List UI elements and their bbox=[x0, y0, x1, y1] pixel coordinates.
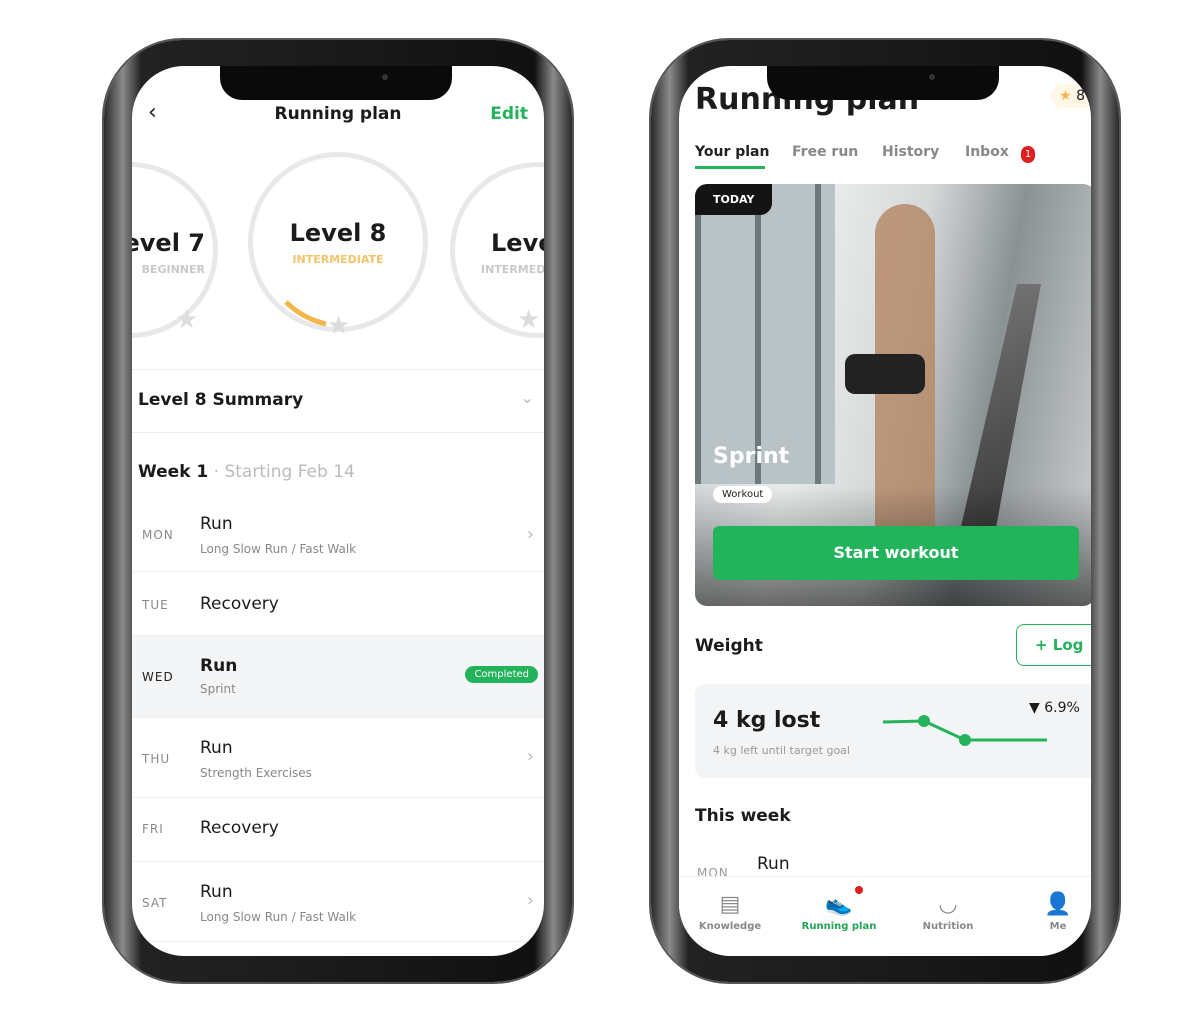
weight-sparkline bbox=[882, 715, 1047, 746]
tab-inbox[interactable]: Inbox bbox=[965, 144, 1009, 160]
level-name: Level 7 bbox=[132, 229, 205, 257]
day-title: Run bbox=[200, 738, 233, 758]
day-row-sat[interactable]: SAT Run Long Slow Run / Fast Walk › bbox=[132, 862, 544, 942]
bowl-icon: ◡ bbox=[939, 892, 957, 917]
chevron-right-icon: › bbox=[526, 524, 534, 545]
level-tier: BEGINNER bbox=[141, 263, 205, 276]
chevron-right-icon: › bbox=[526, 746, 534, 767]
nav-knowledge[interactable]: ▤ Knowledge bbox=[680, 892, 780, 932]
star-icon: ★ bbox=[327, 311, 351, 341]
day-title: Run bbox=[200, 882, 233, 902]
week-heading: Week 1 · Starting Feb 14 bbox=[138, 462, 355, 482]
active-tab-indicator bbox=[695, 166, 765, 169]
week-subtitle: · Starting Feb 14 bbox=[213, 462, 355, 482]
day-label: WED bbox=[142, 670, 174, 684]
shoe-icon: 👟 bbox=[825, 892, 853, 917]
tab-your-plan[interactable]: Your plan bbox=[695, 144, 769, 160]
level-card-9[interactable]: Level 9 INTERMEDIATE ★ bbox=[450, 162, 544, 338]
day-row-wed[interactable]: WED Run Sprint Completed bbox=[132, 636, 544, 718]
log-weight-button[interactable]: + Log bbox=[1016, 624, 1091, 666]
screen-level-plan: ‹ Running plan Edit Level 7 BEGINNER ★ L… bbox=[132, 66, 544, 956]
day-label: SAT bbox=[142, 896, 168, 910]
today-tag: TODAY bbox=[695, 184, 773, 215]
weight-heading: Weight bbox=[695, 636, 763, 656]
level-card-8[interactable]: Level 8 INTERMEDIATE ★ bbox=[248, 152, 428, 341]
day-label: MON bbox=[142, 528, 174, 542]
this-week-heading: This week bbox=[695, 806, 791, 826]
weight-card[interactable]: 4 kg lost 4 kg left until target goal ▼ … bbox=[695, 684, 1091, 778]
phone-right: Running plan ★ 8 Your plan Free run Hist… bbox=[651, 40, 1119, 982]
phone-left: ‹ Running plan Edit Level 7 BEGINNER ★ L… bbox=[104, 40, 572, 982]
day-label: THU bbox=[142, 752, 171, 766]
star-icon: ★ bbox=[1059, 88, 1072, 104]
day-subtitle: Strength Exercises bbox=[200, 766, 312, 780]
level-name: Level 9 bbox=[491, 229, 544, 257]
day-subtitle: Long Slow Run / Fast Walk bbox=[200, 542, 357, 556]
level-card-7[interactable]: Level 7 BEGINNER ★ bbox=[132, 162, 218, 338]
nav-nutrition[interactable]: ◡ Nutrition bbox=[898, 892, 998, 932]
start-workout-button[interactable]: Start workout bbox=[713, 526, 1079, 580]
chevron-right-icon: › bbox=[526, 890, 534, 911]
runner-shorts bbox=[845, 354, 925, 394]
summary-toggle[interactable]: Level 8 Summary bbox=[138, 390, 303, 410]
star-icon: ★ bbox=[175, 305, 199, 335]
nav-running-plan[interactable]: 👟 Running plan bbox=[789, 892, 889, 932]
tab-history[interactable]: History bbox=[882, 144, 939, 160]
day-title: Recovery bbox=[200, 594, 279, 614]
nav-label: Me bbox=[1049, 921, 1067, 932]
day-label: FRI bbox=[142, 822, 164, 836]
level-tier: INTERMEDIATE bbox=[292, 253, 384, 266]
day-title: Run bbox=[200, 656, 238, 676]
inbox-badge: 1 bbox=[1021, 146, 1035, 163]
level-name: Level 8 bbox=[289, 219, 387, 247]
workout-card[interactable]: TODAY Sprint Workout Start workout bbox=[695, 184, 1091, 606]
stars-count: 8 bbox=[1076, 88, 1085, 104]
level-tier: INTERMEDIATE bbox=[481, 263, 544, 276]
chevron-down-icon[interactable]: ⌄ bbox=[521, 388, 534, 407]
workout-name: Sprint bbox=[713, 444, 790, 469]
tab-free-run[interactable]: Free run bbox=[792, 144, 858, 160]
day-subtitle: Sprint bbox=[200, 682, 236, 696]
workout-type-chip: Workout bbox=[713, 486, 773, 503]
day-title: Run bbox=[200, 514, 233, 534]
day-row-tue[interactable]: TUE Recovery bbox=[132, 572, 544, 636]
star-icon: ★ bbox=[517, 305, 541, 335]
day-row-mon[interactable]: MON Run Long Slow Run / Fast Walk › bbox=[132, 500, 544, 572]
day-subtitle: Long Slow Run / Fast Walk bbox=[200, 910, 357, 924]
weight-subtext: 4 kg left until target goal bbox=[713, 744, 850, 757]
weight-headline: 4 kg lost bbox=[713, 708, 821, 733]
day-label: TUE bbox=[142, 598, 169, 612]
nav-me[interactable]: 👤 Me bbox=[1008, 892, 1091, 932]
divider bbox=[132, 432, 544, 433]
nav-label: Running plan bbox=[801, 921, 877, 932]
page-title: Running plan bbox=[274, 104, 402, 124]
notification-dot bbox=[855, 886, 863, 894]
completed-badge: Completed bbox=[465, 666, 538, 683]
edit-button[interactable]: Edit bbox=[490, 104, 528, 124]
screen-running-plan: Running plan ★ 8 Your plan Free run Hist… bbox=[679, 66, 1091, 956]
day-row-thu[interactable]: THU Run Strength Exercises › bbox=[132, 718, 544, 798]
stars-counter[interactable]: ★ 8 bbox=[1051, 84, 1091, 108]
notch bbox=[767, 66, 999, 100]
notch bbox=[220, 66, 452, 100]
sparkline-point bbox=[918, 715, 930, 727]
nav-label: Knowledge bbox=[698, 921, 762, 932]
day-row-fri[interactable]: FRI Recovery bbox=[132, 798, 544, 862]
divider bbox=[132, 369, 544, 370]
book-icon: ▤ bbox=[719, 892, 741, 917]
person-icon: 👤 bbox=[1044, 892, 1072, 917]
workout-photo bbox=[695, 184, 835, 484]
sparkline-point bbox=[959, 734, 971, 746]
preview-day-title[interactable]: Run bbox=[757, 854, 790, 874]
week-title: Week 1 bbox=[138, 462, 209, 482]
nav-label: Nutrition bbox=[922, 921, 974, 932]
day-title: Recovery bbox=[200, 818, 279, 838]
